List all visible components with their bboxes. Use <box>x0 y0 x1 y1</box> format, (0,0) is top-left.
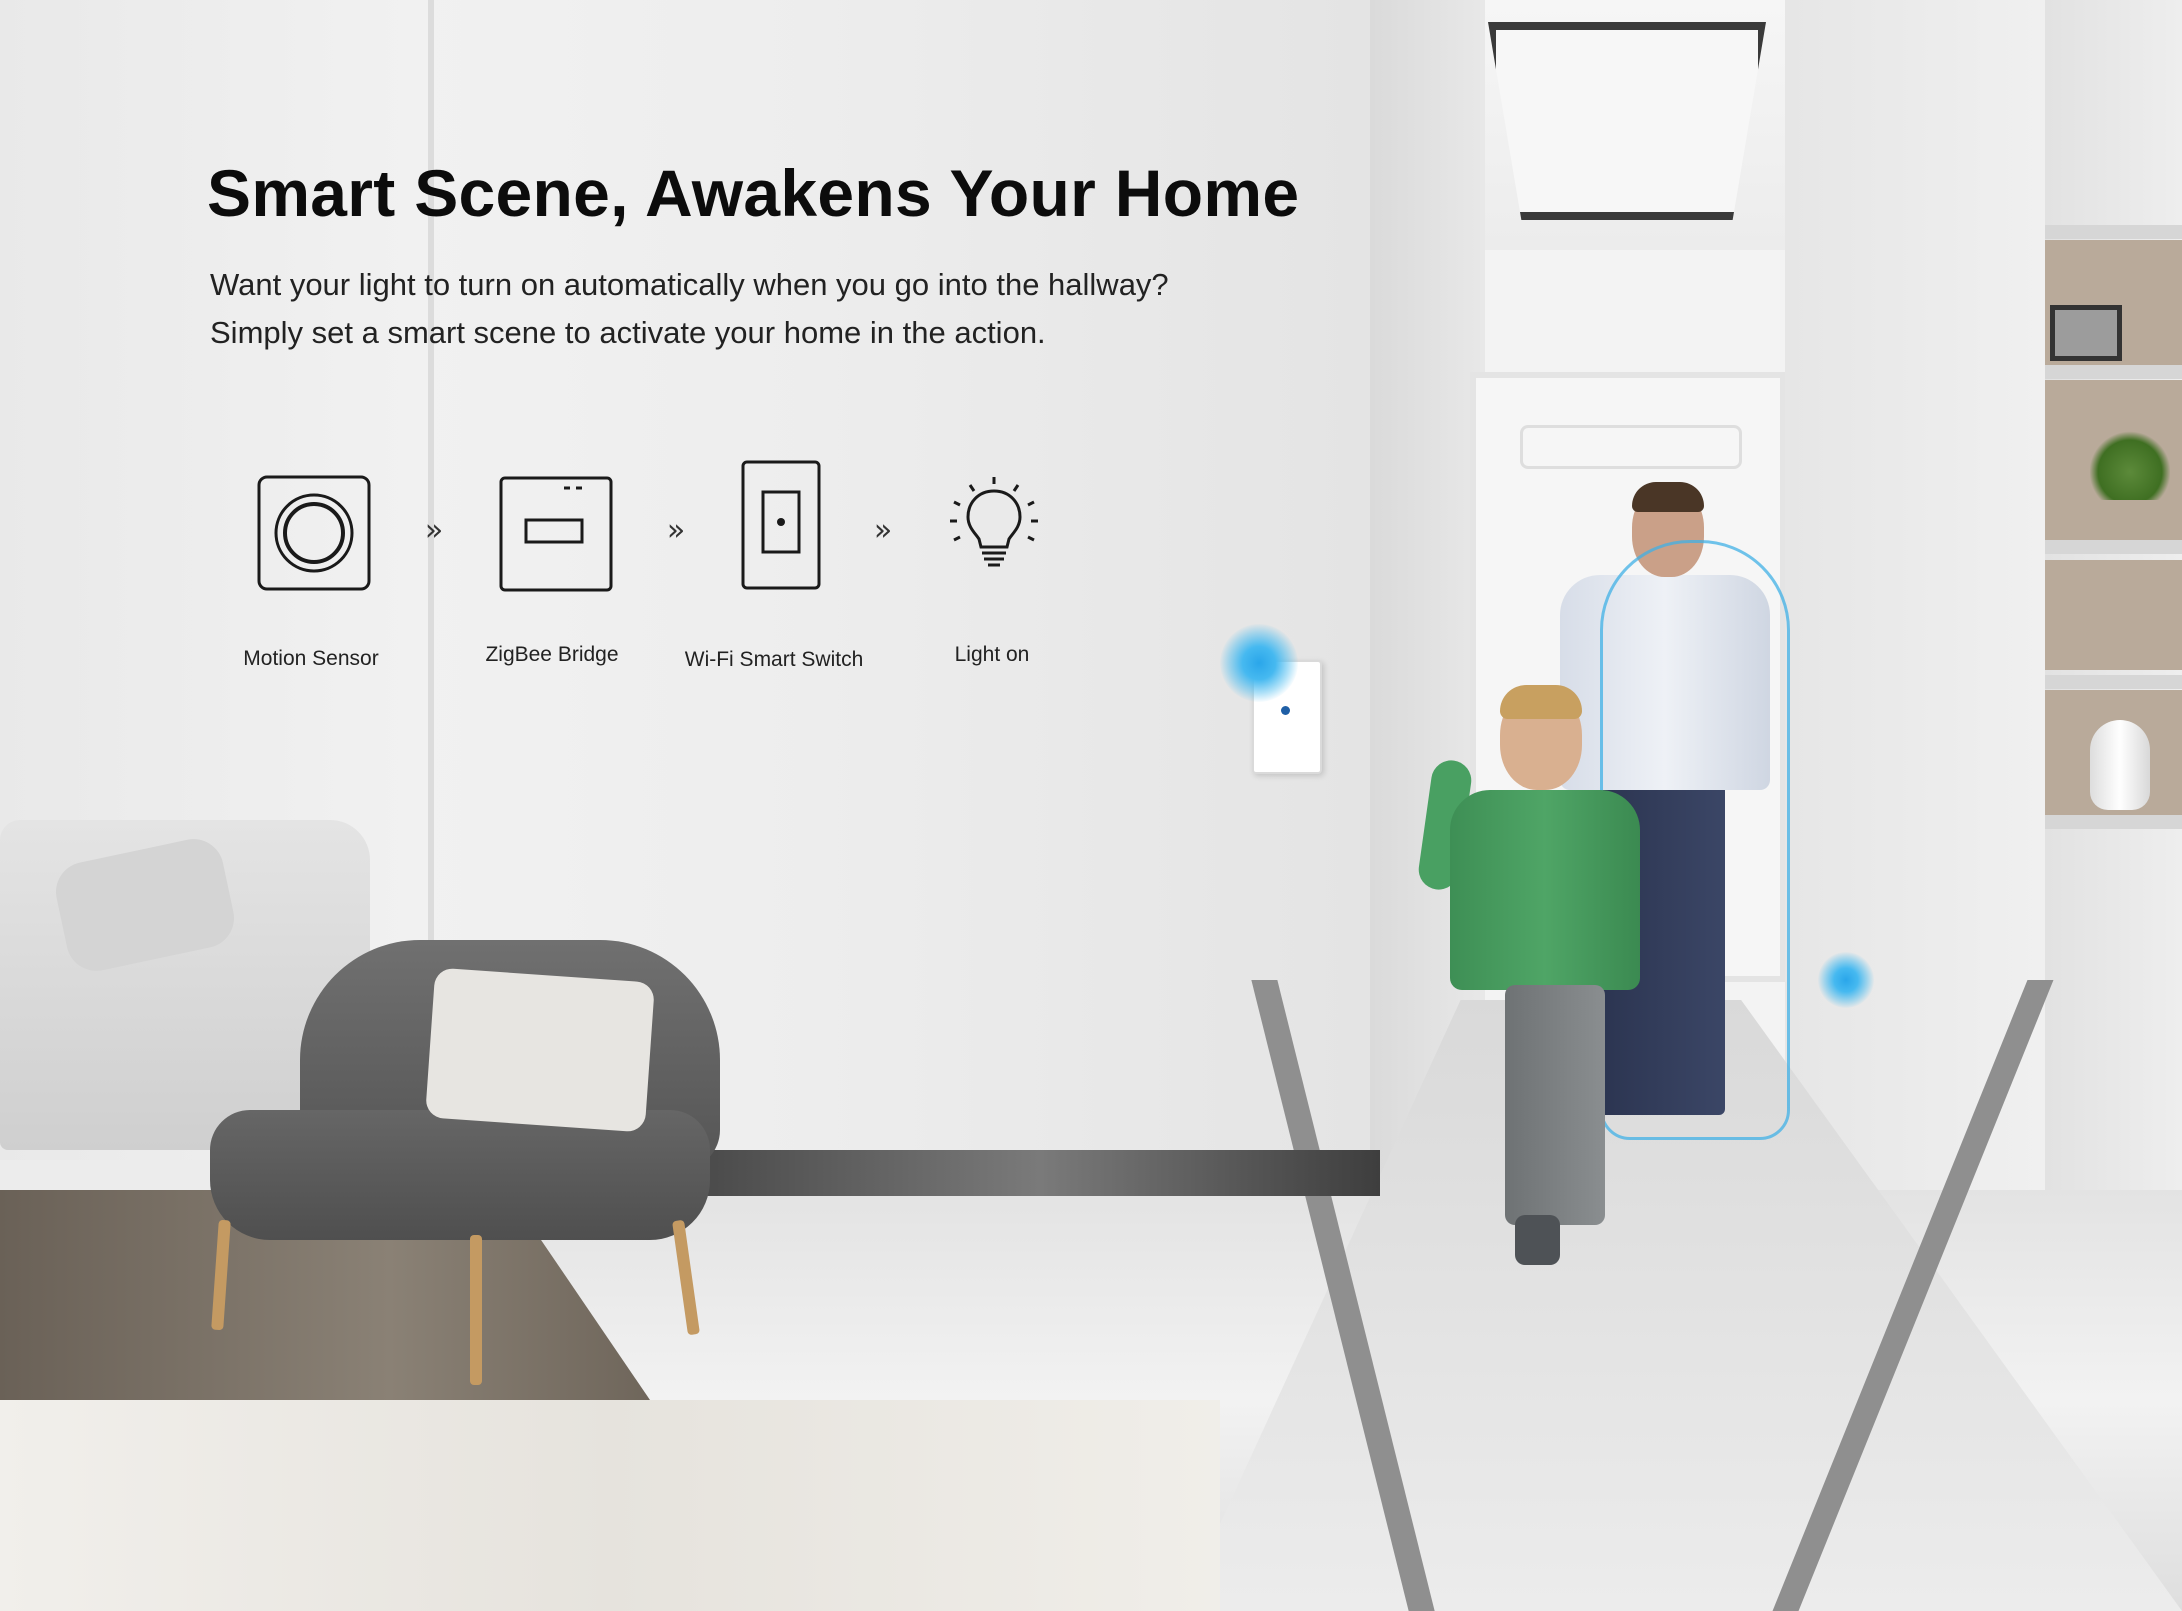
boy-figure <box>1450 790 1640 990</box>
signal-pulse-icon <box>1818 952 1874 1008</box>
flow-arrow: » <box>424 513 444 548</box>
wifi-smart-switch-icon <box>741 460 821 590</box>
vase <box>2090 720 2150 810</box>
shelf <box>2045 225 2182 239</box>
chair-leg <box>470 1235 482 1385</box>
carpet <box>0 1400 1220 1611</box>
motion-sensor-icon <box>257 475 371 591</box>
page-title: Smart Scene, Awakens Your Home <box>207 156 1300 230</box>
signal-pulse-icon <box>1220 624 1298 702</box>
subtitle-line: Simply set a smart scene to activate you… <box>210 315 1046 350</box>
subtitle: Want your light to turn on automatically… <box>210 261 1169 357</box>
shelf <box>2045 815 2182 829</box>
shelf-back <box>2045 560 2182 670</box>
boy-figure <box>1505 985 1605 1225</box>
flow-step-label: Wi-Fi Smart Switch <box>684 648 864 671</box>
boy-figure <box>1500 685 1582 719</box>
zigbee-bridge-icon <box>499 476 613 592</box>
potted-plant <box>2090 430 2170 500</box>
scene: Smart Scene, Awakens Your Home Want your… <box>0 0 2182 1611</box>
ceiling-light-panel <box>1488 22 1766 220</box>
man-figure <box>1632 482 1704 512</box>
subtitle-line: Want your light to turn on automatically… <box>210 267 1169 302</box>
light-bulb-icon <box>950 477 1038 567</box>
armchair-pillow <box>425 967 655 1133</box>
marble-baseboard <box>700 1150 1380 1196</box>
photo-frame <box>2050 305 2122 361</box>
flow-step-label: Light on <box>954 643 1030 666</box>
switch-indicator <box>1281 706 1290 715</box>
shelf <box>2045 540 2182 554</box>
boy-figure <box>1515 1215 1560 1265</box>
shelf <box>2045 365 2182 379</box>
flow-arrow: » <box>666 513 686 548</box>
shelf <box>2045 675 2182 689</box>
hallway-right-wall <box>1785 0 2045 1200</box>
flow-step-label: Motion Sensor <box>243 647 379 670</box>
flow-step-label: ZigBee Bridge <box>485 643 619 666</box>
door-panel <box>1520 425 1742 469</box>
flow-arrow: » <box>873 513 893 548</box>
